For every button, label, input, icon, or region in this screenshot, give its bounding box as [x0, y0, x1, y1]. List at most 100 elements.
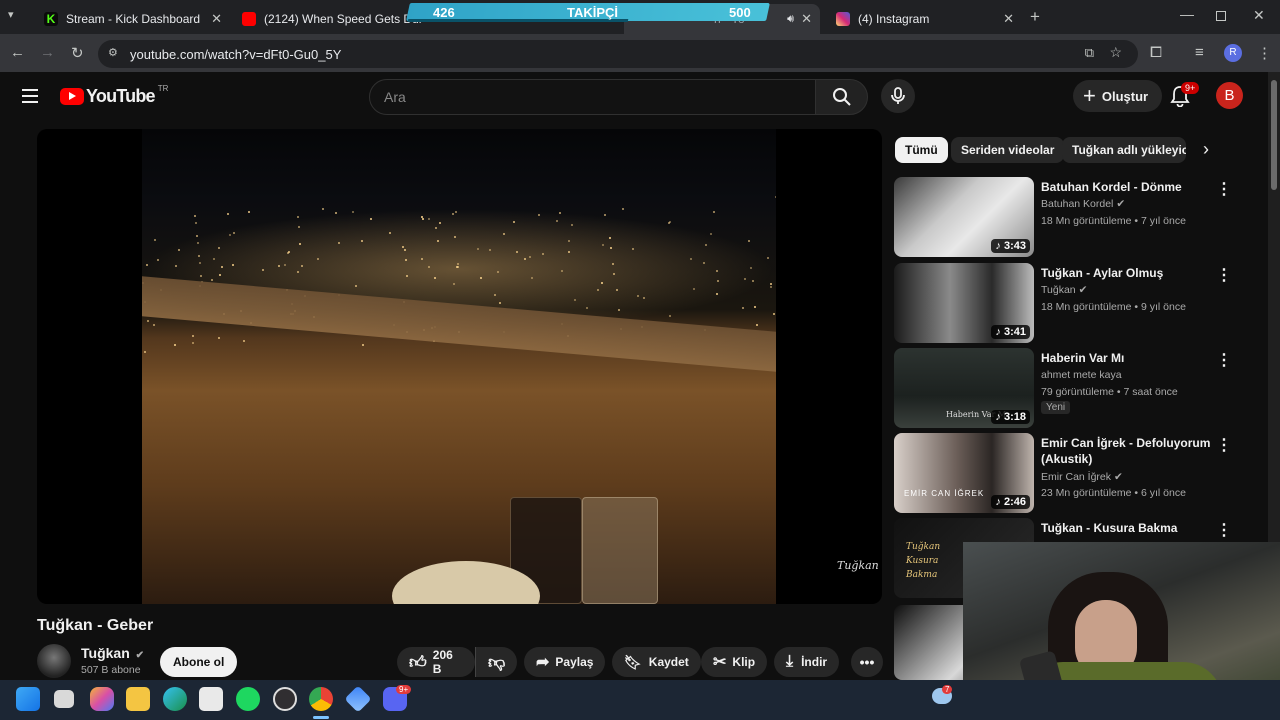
- recommendation-title[interactable]: Batuhan Kordel - Dönme: [1041, 179, 1221, 195]
- chip-uploader[interactable]: Tuğkan adlı yükleyici: [1062, 137, 1186, 163]
- site-info-icon[interactable]: ⚙: [108, 46, 118, 59]
- recommendation-title[interactable]: Haberin Var Mı: [1041, 350, 1221, 366]
- search-button[interactable]: [815, 79, 868, 115]
- profile-avatar[interactable]: R: [1224, 44, 1242, 62]
- youtube-logo[interactable]: YouTube TR: [60, 84, 169, 107]
- city-light: [631, 247, 634, 250]
- more-vertical-icon[interactable]: ⋮: [1216, 520, 1232, 540]
- create-label: Oluştur: [1101, 88, 1149, 104]
- recommendation-channel[interactable]: Batuhan Kordel ✔: [1041, 198, 1125, 210]
- city-light: [283, 264, 286, 267]
- extensions-icon[interactable]: ⧠: [1150, 44, 1162, 61]
- recommendation-title[interactable]: Tuğkan - Aylar Olmuş: [1041, 265, 1221, 281]
- share-button[interactable]: ➦ Paylaş: [524, 647, 606, 677]
- chip-series[interactable]: Seriden videolar: [951, 137, 1065, 163]
- follower-goal-label: TAKİPÇİ: [567, 5, 619, 20]
- new-tab-button[interactable]: +: [1030, 7, 1040, 27]
- city-light: [751, 280, 754, 283]
- recommendation-item[interactable]: Haberin Var Mı ♪ 3:18 Haberin Var Mı ahm…: [894, 348, 1259, 428]
- city-light: [152, 323, 155, 326]
- download-icon: ⤓: [786, 653, 794, 670]
- clip-button[interactable]: ✂ Klip: [701, 647, 768, 677]
- subscriber-count: 507 B abone: [81, 664, 141, 676]
- window-close-button[interactable]: ✕: [1253, 7, 1265, 24]
- close-icon[interactable]: ✕: [801, 11, 812, 27]
- forward-icon[interactable]: →: [40, 44, 55, 61]
- media-control-icon[interactable]: ≡: [1195, 44, 1204, 61]
- notifications-button[interactable]: 9+: [1170, 82, 1200, 109]
- discord-badge: 9+: [396, 685, 412, 694]
- hamburger-menu-icon[interactable]: [22, 89, 38, 103]
- recommendation-channel[interactable]: Emir Can İğrek ✔: [1041, 471, 1123, 483]
- recommendation-channel[interactable]: Tuğkan ✔: [1041, 284, 1087, 296]
- reload-icon[interactable]: ↻: [71, 44, 84, 62]
- channel-name[interactable]: Tuğkan ✔: [81, 645, 144, 661]
- speaker-icon[interactable]: 🔊︎: [787, 13, 794, 26]
- browser-menu-icon[interactable]: ⋮: [1257, 44, 1272, 62]
- start-icon[interactable]: [16, 687, 40, 711]
- more-vertical-icon[interactable]: ⋮: [1216, 435, 1232, 455]
- more-actions-button[interactable]: •••: [851, 647, 883, 677]
- spotify-icon[interactable]: [236, 687, 260, 711]
- close-icon[interactable]: ✕: [211, 11, 222, 27]
- create-button[interactable]: + Oluştur: [1073, 80, 1163, 112]
- chips-next-icon[interactable]: ›: [1203, 139, 1209, 160]
- obs-icon[interactable]: [273, 687, 297, 711]
- task-view-icon[interactable]: [54, 690, 74, 708]
- like-button[interactable]: 👍︎ 206 B: [397, 647, 475, 677]
- region-code: TR: [157, 84, 169, 93]
- maximize-button[interactable]: [1216, 11, 1226, 21]
- thumbs-up-icon: 👍︎: [409, 652, 427, 672]
- download-label: İndir: [801, 655, 828, 669]
- video-thumbnail[interactable]: ♪ 3:43: [894, 177, 1034, 257]
- install-app-icon[interactable]: ⧉: [1085, 45, 1094, 61]
- recommendation-item[interactable]: ♪ 3:41 Tuğkan - Aylar Olmuş Tuğkan ✔ 18 …: [894, 263, 1259, 343]
- store-icon[interactable]: [199, 687, 223, 711]
- city-light: [361, 343, 364, 346]
- city-light: [388, 231, 391, 234]
- scrollbar-thumb[interactable]: [1271, 80, 1277, 190]
- tab-instagram[interactable]: (4) Instagram ✕: [826, 4, 1022, 34]
- minimize-button[interactable]: —: [1180, 6, 1194, 22]
- recommendation-channel[interactable]: ahmet mete kaya: [1041, 369, 1122, 381]
- recommendation-title[interactable]: Emir Can İğrek - Defoluyorum (Akustik): [1041, 435, 1221, 467]
- download-button[interactable]: ⤓ İndir: [774, 647, 840, 677]
- video-player[interactable]: Tuğkan: [37, 129, 882, 604]
- city-light: [337, 241, 340, 244]
- file-explorer-icon[interactable]: [126, 687, 150, 711]
- save-button[interactable]: 🔖︎ Kaydet: [612, 647, 701, 677]
- back-icon[interactable]: ←: [10, 44, 25, 61]
- video-thumbnail[interactable]: Haberin Var Mı ♪ 3:18: [894, 348, 1034, 428]
- tab-youtube-speed[interactable]: (2124) When Speed Gets Dumb: [232, 4, 422, 34]
- more-vertical-icon[interactable]: ⋮: [1216, 179, 1232, 199]
- more-vertical-icon[interactable]: ⋮: [1216, 350, 1232, 370]
- thumbs-down-icon: 👎︎: [488, 652, 506, 672]
- channel-avatar[interactable]: [37, 644, 71, 678]
- search-input[interactable]: Ara: [369, 79, 816, 115]
- tab-kick-dashboard[interactable]: K Stream - Kick Dashboard ✕: [34, 4, 230, 34]
- close-icon[interactable]: ✕: [1003, 11, 1014, 27]
- city-light: [476, 247, 479, 250]
- chip-all[interactable]: Tümü: [895, 137, 948, 163]
- voice-search-button[interactable]: [881, 79, 915, 113]
- recommendation-item[interactable]: EMİR CAN İĞREK ♪ 2:46 Emir Can İğrek - D…: [894, 433, 1259, 513]
- address-bar[interactable]: ⚙ youtube.com/watch?v=dFt0-Gu0_5Y ⧉ ☆: [98, 40, 1138, 68]
- video-thumbnail[interactable]: EMİR CAN İĞREK ♪ 2:46: [894, 433, 1034, 513]
- account-avatar[interactable]: B: [1216, 82, 1243, 109]
- recommendation-item[interactable]: ♪ 3:43 Batuhan Kordel - Dönme Batuhan Ko…: [894, 177, 1259, 257]
- copilot-icon[interactable]: [90, 687, 114, 711]
- more-vertical-icon[interactable]: ⋮: [1216, 265, 1232, 285]
- subscribe-button[interactable]: Abone ol: [160, 647, 238, 677]
- edge-icon[interactable]: [163, 687, 187, 711]
- bookmark-star-icon[interactable]: ☆: [1109, 44, 1122, 61]
- recommendation-title[interactable]: Tuğkan - Kusura Bakma: [1041, 520, 1221, 536]
- chrome-icon[interactable]: [309, 687, 333, 711]
- tab-title: (2124) When Speed Gets Dumb: [264, 12, 422, 26]
- search-icon: [832, 88, 851, 106]
- city-light: [218, 337, 221, 340]
- dislike-button[interactable]: 👎︎: [475, 647, 517, 677]
- city-light: [528, 255, 531, 258]
- tab-list-dropdown[interactable]: ▾: [8, 8, 28, 26]
- video-thumbnail[interactable]: ♪ 3:41: [894, 263, 1034, 343]
- city-light: [334, 212, 337, 215]
